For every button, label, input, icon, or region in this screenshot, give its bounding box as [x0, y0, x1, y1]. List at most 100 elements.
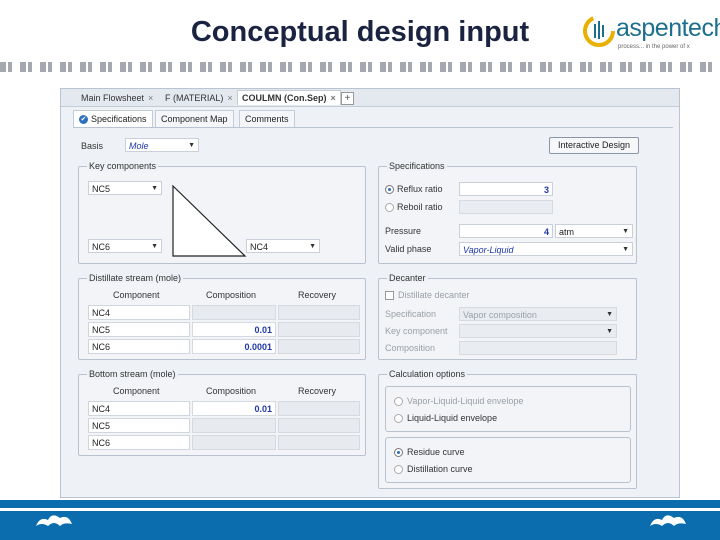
bottom-composition-cell[interactable]: [192, 418, 276, 433]
distillate-decanter-label: Distillate decanter: [398, 290, 470, 300]
document-tab-bar: Main Flowsheet × F (MATERIAL) × COULMN (Co…: [61, 89, 679, 107]
bottom-stream-group: Bottom stream (mole) Component Compositi…: [78, 369, 366, 456]
distillation-curve-label: Distillation curve: [407, 464, 473, 474]
logo-tagline: process... in the power of x: [618, 44, 690, 50]
decanter-specification-dropdown: Vapor composition ▼: [459, 307, 617, 321]
decanter-specification-value: Vapor composition: [463, 310, 537, 320]
distillate-stream-group: Distillate stream (mole) Component Compo…: [78, 273, 366, 360]
chevron-down-icon: ▼: [309, 243, 316, 250]
key-component-top-value: NC5: [92, 184, 111, 194]
chevron-down-icon: ▼: [606, 328, 613, 335]
valid-phase-label: Valid phase: [385, 244, 432, 254]
bottom-recovery-cell[interactable]: [278, 401, 360, 416]
group-title: Distillate stream (mole): [87, 273, 184, 283]
slide-footer-band: [0, 500, 720, 540]
distillate-decanter-checkbox[interactable]: [385, 291, 394, 300]
cloud-ornament-icon: [648, 512, 688, 530]
bottom-composition-cell[interactable]: [192, 435, 276, 450]
add-tab-icon[interactable]: +: [341, 92, 354, 105]
key-components-group: Key components NC5 ▼ NC6 ▼ NC4 ▼: [78, 161, 366, 264]
logo-swirl-icon: [583, 15, 615, 47]
decanter-composition-label: Composition: [385, 343, 436, 353]
basis-dropdown[interactable]: Mole ▼: [125, 138, 199, 152]
bottom-row-name: NC4: [88, 401, 190, 416]
tab-label: F (MATERIAL): [165, 93, 224, 103]
pressure-unit-dropdown[interactable]: atm ▼: [555, 224, 633, 238]
bottom-recovery-cell[interactable]: [278, 418, 360, 433]
column-header-component: Component: [113, 386, 160, 396]
basis-label: Basis: [81, 141, 104, 151]
reflux-ratio-input[interactable]: 3: [459, 182, 553, 196]
distillate-row-name: NC6: [88, 339, 190, 354]
key-component-bottom-right-value: NC4: [250, 242, 269, 252]
chevron-down-icon: ▼: [606, 311, 613, 318]
group-title: Key components: [87, 161, 159, 171]
decanter-key-component-label: Key component: [385, 326, 448, 336]
decanter-group: Decanter Distillate decanter Specificati…: [378, 273, 637, 360]
specifications-group: Specifications Reflux ratio 3 Reboil rat…: [378, 161, 637, 264]
reboil-ratio-label: Reboil ratio: [397, 202, 443, 212]
column-header-composition: Composition: [206, 386, 257, 396]
tab-component-map[interactable]: Component Map: [155, 110, 234, 127]
close-icon[interactable]: ×: [148, 93, 153, 103]
key-component-bottom-left-dropdown[interactable]: NC6 ▼: [88, 239, 162, 253]
reflux-ratio-radio[interactable]: [385, 185, 394, 194]
decorative-pattern-band: [0, 62, 720, 72]
chevron-down-icon: ▼: [622, 246, 629, 253]
decanter-composition-input: [459, 341, 617, 355]
tab-main-flowsheet[interactable]: Main Flowsheet ×: [77, 91, 157, 105]
pressure-input[interactable]: 4: [459, 224, 553, 238]
aspentech-logo: aspentech process... in the power of x: [580, 8, 720, 56]
triangle-diagram: [172, 184, 247, 257]
basis-value: Mole: [129, 141, 149, 151]
tab-label: Specifications: [91, 114, 147, 124]
residue-curve-radio[interactable]: [394, 448, 403, 457]
envelope-options: Vapor-Liquid-Liquid envelope Liquid-Liqu…: [385, 386, 631, 432]
tab-column-consep[interactable]: COULMN (Con.Sep) ×: [237, 90, 341, 105]
cloud-ornament-icon: [34, 512, 74, 530]
distillate-recovery-cell[interactable]: [278, 322, 360, 337]
distillate-composition-cell[interactable]: 0.01: [192, 322, 276, 337]
close-icon[interactable]: ×: [227, 93, 232, 103]
form-tab-bar: ✔ Specifications Component Map Comments: [73, 109, 673, 128]
column-header-recovery: Recovery: [298, 290, 337, 300]
tab-material-stream[interactable]: F (MATERIAL) ×: [161, 91, 237, 105]
distillate-composition-cell[interactable]: [192, 305, 276, 320]
tab-label: Comments: [245, 114, 289, 124]
key-component-bottom-left-value: NC6: [92, 242, 111, 252]
key-component-bottom-right-dropdown[interactable]: NC4 ▼: [246, 239, 320, 253]
reboil-ratio-radio[interactable]: [385, 203, 394, 212]
ll-envelope-label: Liquid-Liquid envelope: [407, 413, 498, 423]
valid-phase-dropdown[interactable]: Vapor-Liquid ▼: [459, 242, 633, 256]
tab-label: COULMN (Con.Sep): [242, 93, 327, 103]
column-header-component: Component: [113, 290, 160, 300]
distillate-recovery-cell[interactable]: [278, 305, 360, 320]
decanter-key-component-dropdown: ▼: [459, 324, 617, 338]
group-title: Calculation options: [387, 369, 468, 379]
chevron-down-icon: ▼: [622, 228, 629, 235]
group-title: Decanter: [387, 273, 428, 283]
vll-envelope-radio[interactable]: [394, 397, 403, 406]
curve-options: Residue curve Distillation curve: [385, 437, 631, 483]
key-component-top-dropdown[interactable]: NC5 ▼: [88, 181, 162, 195]
tab-specifications[interactable]: ✔ Specifications: [73, 110, 153, 127]
check-icon: ✔: [79, 115, 88, 125]
calculation-options-group: Calculation options Vapor-Liquid-Liquid …: [378, 369, 637, 489]
bottom-row-name: NC5: [88, 418, 190, 433]
bottom-recovery-cell[interactable]: [278, 435, 360, 450]
ll-envelope-radio[interactable]: [394, 414, 403, 423]
footer-stripe: [0, 508, 720, 511]
bottom-composition-cell[interactable]: 0.01: [192, 401, 276, 416]
pressure-label: Pressure: [385, 226, 422, 236]
reflux-ratio-label: Reflux ratio: [397, 184, 443, 194]
distillation-curve-radio[interactable]: [394, 465, 403, 474]
pressure-unit-value: atm: [559, 227, 575, 237]
slide-header: Conceptual design input aspentech proces…: [0, 0, 720, 62]
chevron-down-icon: ▼: [188, 142, 195, 149]
group-title: Bottom stream (mole): [87, 369, 178, 379]
close-icon[interactable]: ×: [331, 93, 336, 103]
tab-comments[interactable]: Comments: [239, 110, 295, 127]
interactive-design-button[interactable]: Interactive Design: [549, 137, 639, 154]
distillate-composition-cell[interactable]: 0.0001: [192, 339, 276, 354]
distillate-recovery-cell[interactable]: [278, 339, 360, 354]
